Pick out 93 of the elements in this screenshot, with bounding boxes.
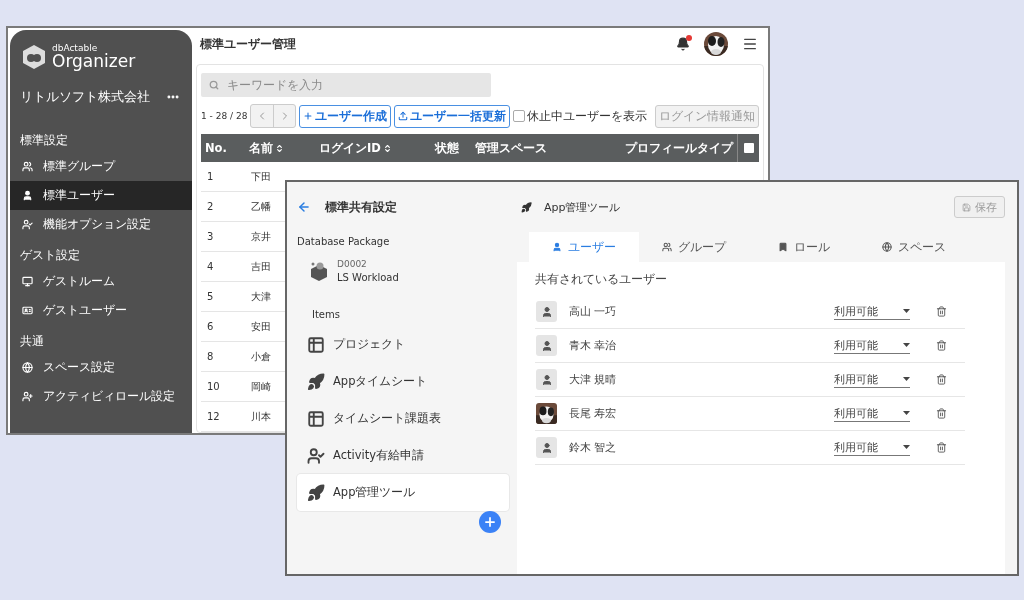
notification-icon[interactable] [676, 37, 690, 51]
id-card-icon [22, 305, 33, 316]
package-item[interactable]: Activity有給申請 [297, 437, 509, 474]
column-header[interactable]: プロフィールタイプ [567, 134, 737, 162]
user-check-icon [307, 446, 325, 465]
sidebar-item[interactable]: 標準ユーザー [10, 181, 192, 210]
section-title: 標準設定 [19, 132, 69, 149]
caret-icon [903, 377, 910, 381]
sidebar-item[interactable]: 標準グループ [10, 152, 192, 181]
product-name: dbActable [52, 44, 99, 53]
package-code: D0002 [337, 259, 368, 269]
tab[interactable]: グループ [639, 232, 749, 262]
tab[interactable]: ユーザー [529, 232, 639, 262]
column-header[interactable]: No. [201, 134, 245, 162]
user-name: 大津 規晴 [569, 372, 618, 387]
user-name: 長尾 寿宏 [569, 406, 618, 421]
user-check-icon [22, 219, 33, 230]
table-cell: 10 [201, 372, 245, 402]
menu-icon[interactable] [742, 36, 758, 52]
group-icon [22, 161, 33, 172]
column-header[interactable]: 名前 [245, 134, 315, 162]
globe-icon [882, 242, 892, 252]
user-name: 鈴木 智之 [569, 440, 618, 455]
table-cell: 6 [201, 312, 245, 342]
section-title: 共通 [19, 333, 45, 350]
panel-heading: 共有されているユーザー [535, 272, 668, 287]
column-header[interactable]: 管理スペース [471, 134, 567, 162]
package-name: LS Workload [337, 272, 399, 283]
rocket-icon [307, 483, 325, 502]
caret-icon [903, 445, 910, 449]
sidebar-item[interactable]: アクティビィロール設定 [10, 382, 192, 411]
table-cell: 3 [201, 222, 245, 252]
page-title: 標準ユーザー管理 [200, 35, 297, 53]
table-cell: 1 [201, 162, 245, 192]
sort-icon [382, 143, 392, 153]
action-button[interactable]: ユーザー一括更新 [394, 104, 511, 128]
table-cell: 8 [201, 342, 245, 372]
globe-icon [22, 362, 33, 373]
table-cell: 2 [201, 192, 245, 222]
caret-icon [903, 343, 910, 347]
user-name: 青木 幸治 [569, 338, 618, 353]
delete-icon[interactable] [936, 340, 947, 351]
tab[interactable]: スペース [859, 232, 969, 262]
rocket-icon [521, 201, 532, 213]
column-header[interactable]: 状態 [431, 134, 471, 162]
action-button[interactable]: ユーザー作成 [299, 104, 392, 128]
window-title: 標準共有設定 [325, 198, 397, 216]
rocket-icon [307, 372, 325, 391]
delete-icon[interactable] [936, 306, 947, 317]
add-button[interactable] [479, 511, 501, 533]
record-count: 1 - 28 / 28 [201, 111, 248, 121]
app-name: Organizer [52, 53, 136, 70]
sidebar-item[interactable]: 機能オプション設定 [10, 210, 192, 239]
user-plus-icon [22, 391, 33, 402]
permission-select[interactable]: 利用可能 [834, 371, 910, 388]
permission-select[interactable]: 利用可能 [834, 303, 910, 320]
user-icon [552, 242, 562, 252]
plus-icon [303, 111, 314, 121]
table-cell: 12 [201, 402, 245, 432]
permission-select[interactable]: 利用可能 [834, 337, 910, 354]
table-icon [307, 409, 325, 428]
package-item[interactable]: App管理ツール [297, 474, 509, 511]
logo-icon [22, 44, 46, 70]
bookmark-icon [778, 242, 788, 252]
upload-icon [398, 111, 409, 121]
user-name: 高山 一巧 [569, 304, 618, 319]
sidebar-item[interactable]: ゲストユーザー [10, 296, 192, 325]
permission-select[interactable]: 利用可能 [834, 405, 910, 422]
delete-icon[interactable] [936, 442, 947, 453]
select-all-checkbox[interactable] [743, 143, 754, 153]
table-icon [307, 335, 325, 354]
package-icon [309, 260, 329, 282]
group-icon [662, 242, 672, 252]
sort-icon [275, 143, 284, 153]
monitor-icon [22, 276, 33, 287]
sidebar-item[interactable]: ゲストルーム [10, 267, 192, 296]
caret-icon [903, 411, 910, 415]
sidebar-item[interactable]: スペース設定 [10, 353, 192, 382]
table-cell: 4 [201, 252, 245, 282]
user-icon [22, 190, 33, 201]
delete-icon[interactable] [936, 374, 947, 385]
search-field[interactable]: キーワードを入力 [201, 73, 491, 97]
permission-select[interactable]: 利用可能 [834, 439, 910, 456]
floppy-icon [962, 202, 971, 212]
column-header[interactable]: ログインID [315, 134, 431, 162]
table-cell: 5 [201, 282, 245, 312]
item-title: App管理ツール [544, 199, 622, 215]
plus-icon [483, 515, 497, 529]
caret-icon [903, 309, 910, 313]
tab[interactable]: ロール [749, 232, 859, 262]
company-name: リトルソフト株式会社 [20, 88, 150, 106]
section-title: ゲスト設定 [19, 247, 81, 264]
delete-icon[interactable] [936, 408, 947, 419]
